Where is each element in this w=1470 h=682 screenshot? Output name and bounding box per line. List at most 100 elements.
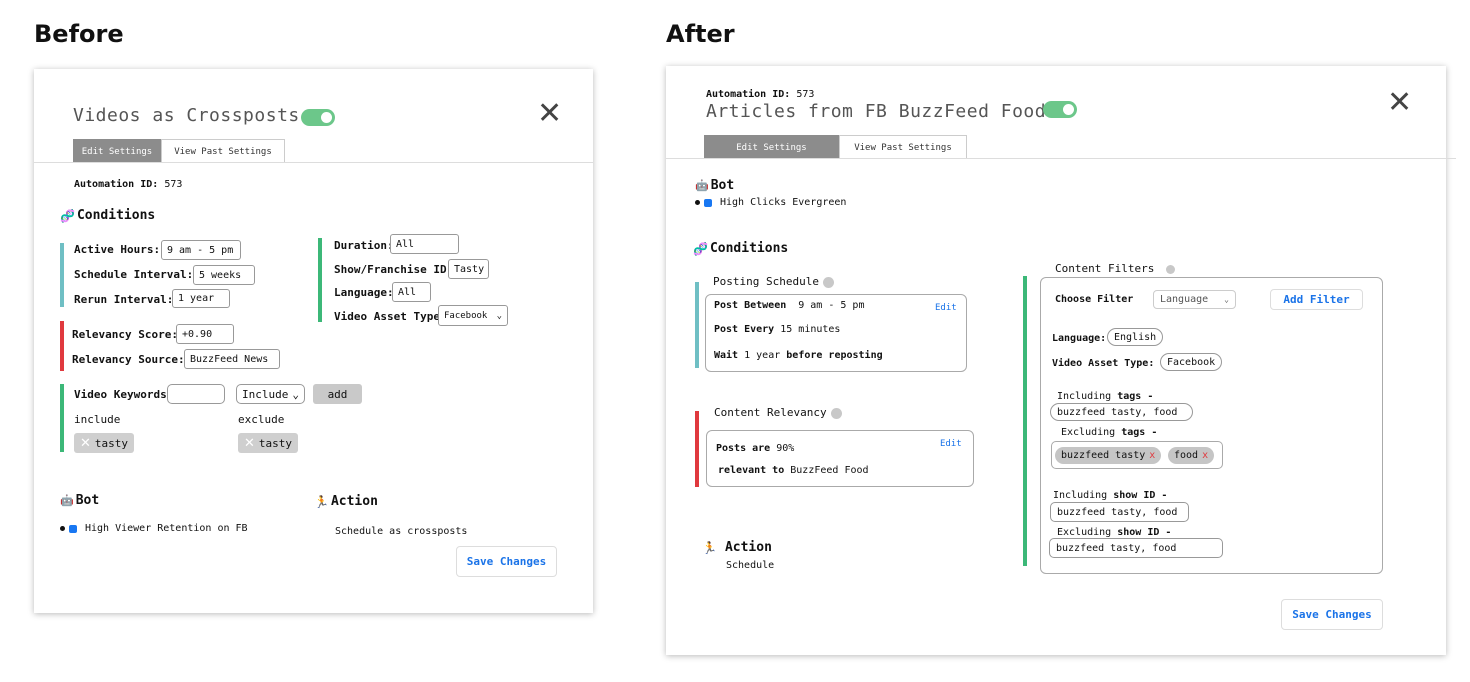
tab-view-past-settings[interactable]: View Past Settings [161, 139, 285, 163]
choose-filter-select[interactable]: Language ⌄ [1153, 290, 1236, 309]
robot-icon: 🤖 [60, 494, 74, 507]
action-value: Schedule [726, 560, 775, 571]
close-icon[interactable]: ✕ [537, 99, 562, 129]
chevron-down-icon: ⌄ [496, 310, 502, 321]
posting-schedule-card: Post Between 9 am - 5 pm Edit Post Every … [705, 294, 967, 372]
close-icon[interactable]: ✕ [80, 436, 91, 451]
relevancy-source-label: Relevancy Source: [72, 353, 185, 366]
info-icon[interactable] [822, 276, 834, 288]
choose-filter-label: Choose Filter [1055, 294, 1134, 305]
close-icon[interactable]: ✕ [1387, 88, 1412, 118]
dna-icon: 🧬 [693, 241, 708, 256]
active-hours-label: Active Hours: [74, 243, 161, 256]
conditions-heading: 🧬 Conditions [60, 208, 156, 223]
tag-pill[interactable]: food x [1168, 447, 1215, 464]
after-panel: Automation ID: 573 Articles from FB Buzz… [666, 66, 1456, 655]
language-value[interactable]: English [1107, 328, 1164, 346]
runner-icon: 🏃 [314, 494, 329, 509]
content-filters-heading: Content Filters [1055, 262, 1176, 275]
wait-value: 1 year [744, 350, 781, 361]
including-show-id-field[interactable]: buzzfeed tasty, food [1050, 502, 1189, 522]
posting-schedule-heading: Posting Schedule [713, 275, 834, 288]
exclude-label: exclude [238, 413, 285, 426]
automation-id-label: Automation ID: [706, 89, 791, 100]
language-label: Language: [334, 286, 394, 299]
excluding-tags-field[interactable]: buzzfeed tasty x food x [1051, 441, 1223, 469]
active-hours-field[interactable]: 9 am - 5 pm [161, 240, 241, 260]
duration-field[interactable]: All [390, 234, 459, 254]
action-heading: 🏃 Action [702, 540, 772, 555]
before-heading: Before [34, 20, 124, 48]
remove-tag-icon[interactable]: x [1149, 450, 1155, 461]
conditions-heading: 🧬 Conditions [693, 241, 789, 256]
include-keyword-chip[interactable]: ✕ tasty [74, 433, 135, 453]
info-icon[interactable] [1166, 264, 1176, 274]
save-changes-button[interactable]: Save Changes [1281, 599, 1383, 630]
add-keyword-button[interactable]: add [313, 384, 362, 404]
close-icon[interactable]: ✕ [244, 436, 255, 451]
exclude-keyword-chip[interactable]: ✕ tasty [238, 433, 299, 453]
show-id-field[interactable]: Tasty [448, 259, 489, 279]
bot-heading: 🤖 Bot [695, 178, 735, 193]
post-every-value: 15 minutes [780, 324, 841, 335]
schedule-interval-label: Schedule Interval: [74, 268, 194, 281]
content-relevancy-heading: Content Relevancy [714, 406, 842, 419]
bot-value: High Clicks Evergreen [695, 197, 846, 208]
chevron-down-icon: ⌄ [1224, 295, 1229, 304]
chevron-down-icon: ⌄ [292, 387, 299, 401]
video-asset-type-select[interactable]: Facebook ⌄ [438, 305, 508, 326]
tab-edit-settings[interactable]: Edit Settings [704, 135, 839, 159]
robot-icon: 🤖 [695, 179, 709, 192]
language-field[interactable]: All [392, 282, 431, 302]
dna-icon: 🧬 [60, 208, 75, 223]
after-enabled-toggle[interactable] [1043, 101, 1077, 118]
relevancy-score-field[interactable]: +0.90 [176, 324, 234, 344]
bot-heading: 🤖 Bot [60, 493, 100, 508]
video-asset-type-label: Video Asset Type: [334, 310, 447, 323]
relevant-to-value: BuzzFeed Food [790, 465, 869, 476]
language-label: Language: [1052, 333, 1107, 344]
add-filter-button[interactable]: Add Filter [1270, 289, 1363, 310]
circle-icon [695, 200, 700, 205]
video-asset-type-value[interactable]: Facebook [1160, 353, 1223, 371]
relevancy-score-label: Relevancy Score: [72, 328, 178, 341]
after-title: Articles from FB BuzzFeed Food [706, 101, 1047, 122]
tag-pill[interactable]: buzzfeed tasty x [1055, 447, 1162, 464]
after-heading: After [666, 20, 735, 48]
show-id-label: Show/Franchise ID: [334, 263, 454, 276]
schedule-interval-field[interactable]: 5 weeks [193, 265, 255, 285]
post-between-value: 9 am - 5 pm [798, 300, 865, 311]
bot-value: High Viewer Retention on FB [60, 523, 248, 534]
edit-relevancy-link[interactable]: Edit [940, 439, 962, 449]
including-tags-field[interactable]: buzzfeed tasty, food [1050, 403, 1193, 421]
before-panel: Videos as Crossposts ✕ Edit Settings Vie… [34, 69, 593, 613]
rerun-interval-label: Rerun Interval: [74, 293, 174, 306]
video-asset-type-label: Video Asset Type: [1052, 358, 1155, 369]
video-keywords-input[interactable] [167, 384, 225, 404]
include-select[interactable]: Include ⌄ [236, 384, 305, 404]
automation-id-value: 573 [164, 179, 183, 190]
content-filters-card: Choose Filter Language ⌄ Add Filter Langu… [1040, 277, 1383, 574]
runner-icon: 🏃 [702, 540, 717, 555]
facebook-icon [69, 524, 77, 533]
duration-label: Duration: [334, 239, 394, 252]
remove-tag-icon[interactable]: x [1202, 450, 1208, 461]
info-icon[interactable] [830, 407, 842, 419]
action-value: Schedule as crossposts [335, 526, 468, 537]
action-heading: 🏃 Action [314, 494, 378, 509]
before-enabled-toggle[interactable] [301, 109, 335, 126]
facebook-icon [704, 198, 712, 207]
edit-schedule-link[interactable]: Edit [935, 303, 957, 313]
circle-icon [60, 526, 65, 531]
video-keywords-label: Video Keywords: [74, 388, 174, 401]
before-title: Videos as Crossposts [73, 105, 300, 126]
tab-view-past-settings[interactable]: View Past Settings [839, 135, 967, 159]
tab-edit-settings[interactable]: Edit Settings [73, 139, 161, 163]
automation-id-label: Automation ID: [74, 179, 159, 190]
excluding-show-id-field[interactable]: buzzfeed tasty, food [1049, 538, 1223, 558]
rerun-interval-field[interactable]: 1 year [172, 289, 230, 308]
relevancy-source-field[interactable]: BuzzFeed News [184, 349, 280, 369]
content-relevancy-card: Posts are 90% Edit relevant to BuzzFeed … [706, 430, 974, 487]
save-changes-button[interactable]: Save Changes [456, 546, 557, 577]
posts-are-value: 90% [776, 443, 795, 454]
